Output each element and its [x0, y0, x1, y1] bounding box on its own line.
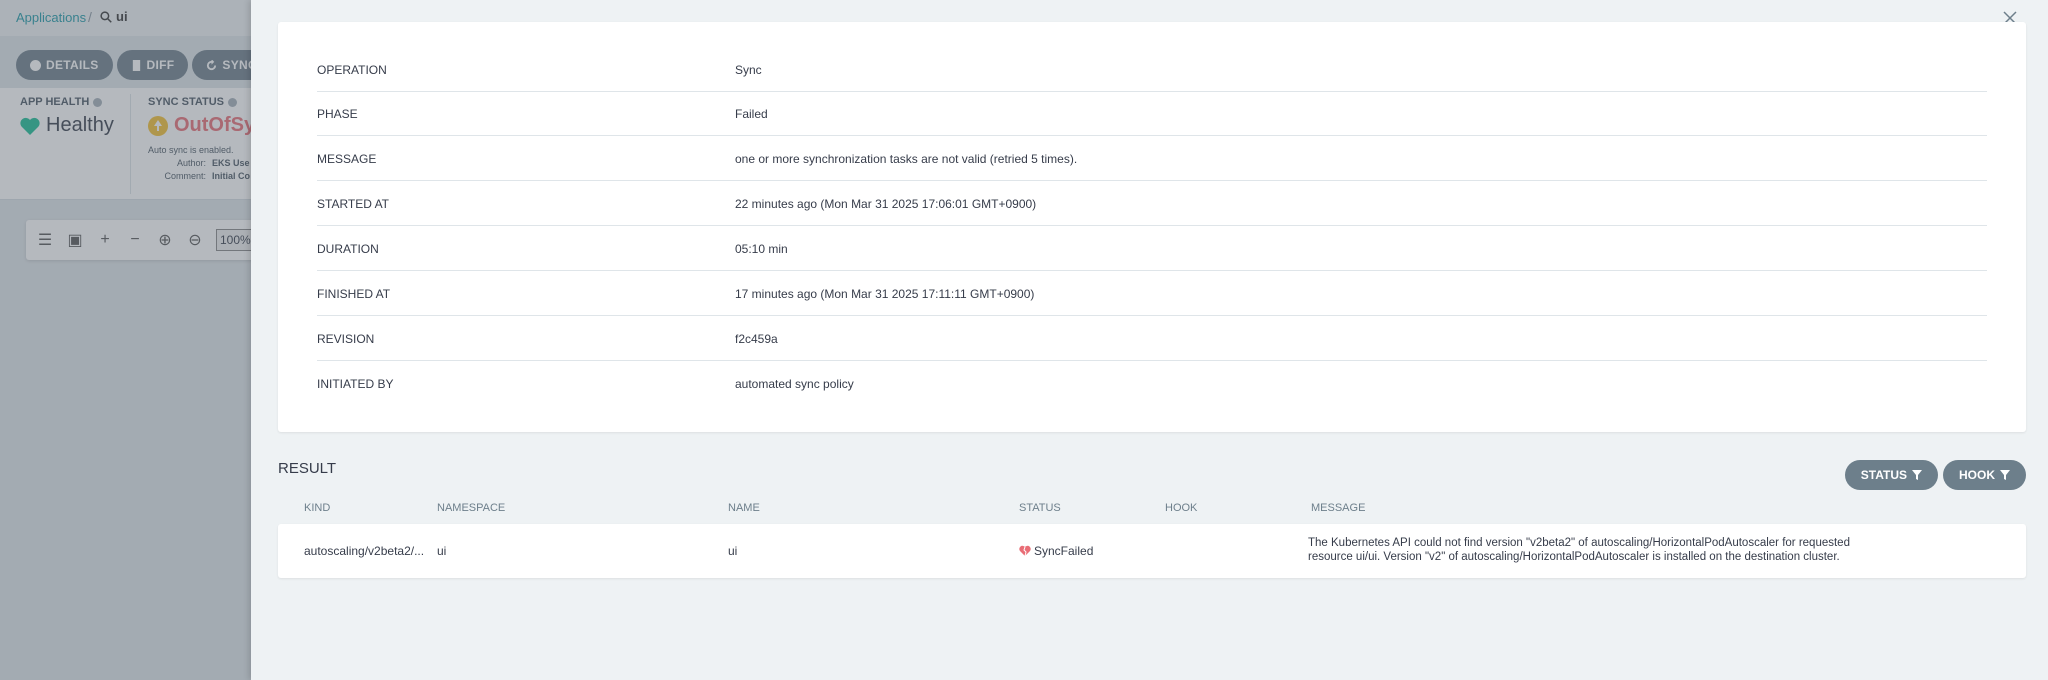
detail-row-initiated-by: INITIATED BY automated sync policy [317, 362, 1987, 406]
detail-value: Failed [735, 106, 768, 121]
detail-row-finished-at: FINISHED AT 17 minutes ago (Mon Mar 31 2… [317, 272, 1987, 316]
filter-icon [2000, 470, 2010, 480]
detail-row-phase: PHASE Failed [317, 92, 1987, 136]
detail-value: f2c459a [735, 331, 778, 346]
hook-filter-button[interactable]: HOOK [1943, 460, 2026, 490]
column-kind: KIND [304, 502, 331, 514]
detail-key: STARTED AT [317, 196, 390, 211]
detail-key: INITIATED BY [317, 377, 394, 391]
operation-panel: OPERATION Sync PHASE Failed MESSAGE one … [251, 0, 2048, 680]
detail-row-started-at: STARTED AT 22 minutes ago (Mon Mar 31 20… [317, 182, 1987, 226]
detail-key: DURATION [317, 241, 379, 256]
detail-key: MESSAGE [317, 151, 377, 166]
cell-message: The Kubernetes API could not find versio… [1308, 537, 1850, 563]
cell-kind: autoscaling/v2beta2/... [304, 544, 425, 558]
result-table-header: KIND NAMESPACE NAME STATUS HOOK MESSAGE [278, 498, 2026, 520]
detail-value: 22 minutes ago (Mon Mar 31 2025 17:06:01… [735, 196, 1037, 211]
status-text: SyncFailed [1034, 544, 1094, 558]
hook-filter-label: HOOK [1959, 468, 1995, 482]
column-name: NAME [728, 502, 760, 514]
detail-row-message: MESSAGE one or more synchronization task… [317, 137, 1987, 181]
column-message: MESSAGE [1311, 502, 1366, 514]
cell-status: SyncFailed [1019, 544, 1093, 558]
detail-value: one or more synchronization tasks are no… [735, 151, 1078, 166]
detail-value: 17 minutes ago (Mon Mar 31 2025 17:11:11… [735, 286, 1035, 301]
cell-name: ui [728, 544, 738, 558]
detail-key: FINISHED AT [317, 286, 391, 301]
filter-icon [1912, 470, 1922, 480]
column-hook: HOOK [1165, 502, 1198, 514]
detail-key: OPERATION [317, 62, 387, 77]
column-namespace: NAMESPACE [437, 502, 506, 514]
broken-heart-icon [1019, 545, 1031, 557]
table-row[interactable]: autoscaling/v2beta2/... ui ui SyncFailed… [278, 524, 2026, 578]
result-title: RESULT [278, 460, 337, 477]
detail-row-duration: DURATION 05:10 min [317, 227, 1987, 271]
detail-value: automated sync policy [735, 377, 854, 391]
detail-key: REVISION [317, 331, 375, 346]
detail-key: PHASE [317, 106, 358, 121]
detail-row-operation: OPERATION Sync [317, 48, 1987, 92]
operation-details-card: OPERATION Sync PHASE Failed MESSAGE one … [278, 22, 2026, 432]
status-filter-button[interactable]: STATUS [1844, 460, 1938, 490]
cell-namespace: ui [437, 544, 447, 558]
status-filter-label: STATUS [1860, 468, 1907, 482]
detail-value: 05:10 min [735, 241, 788, 256]
detail-value: Sync [735, 62, 762, 77]
modal-backdrop[interactable] [0, 0, 251, 680]
result-filters: STATUS HOOK [1844, 460, 2026, 490]
column-status: STATUS [1019, 502, 1061, 514]
detail-row-revision: REVISION f2c459a [317, 317, 1987, 361]
